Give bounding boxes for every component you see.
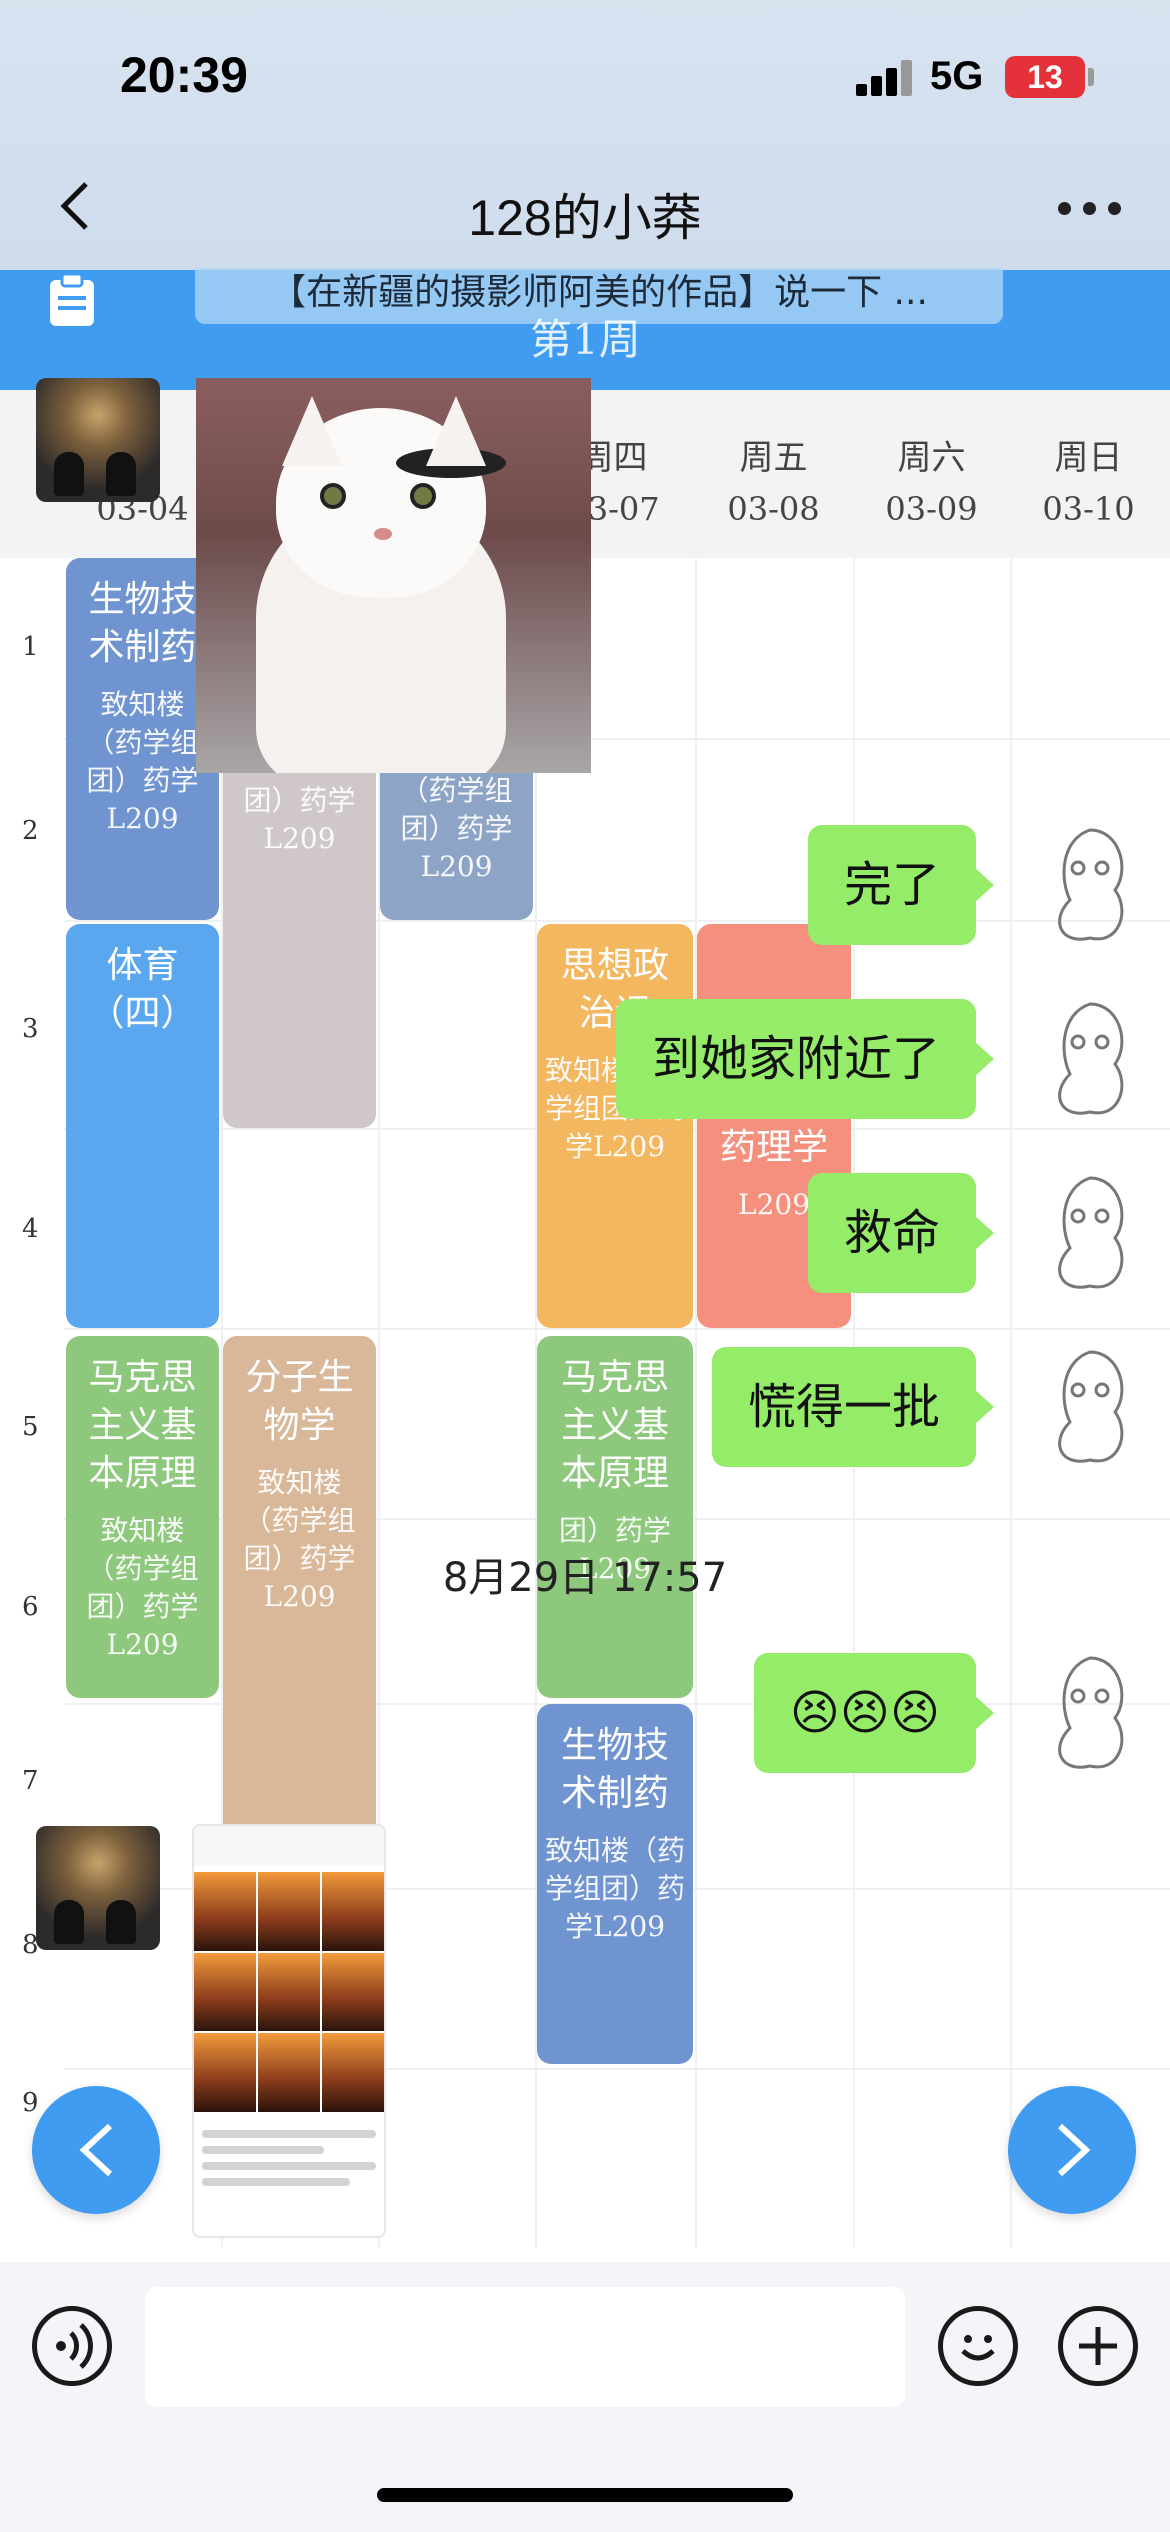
grid-line bbox=[695, 558, 697, 2248]
week-selector[interactable]: 第1周 bbox=[530, 306, 641, 367]
battery-icon: 13 bbox=[1005, 56, 1085, 98]
course-location: 团）药学L209 bbox=[243, 784, 356, 855]
battery-tip bbox=[1088, 68, 1094, 86]
course-name: 马克思主义基本原理 bbox=[88, 1357, 197, 1494]
period-number: 4 bbox=[22, 1214, 39, 1244]
chat-title: 128的小莽 bbox=[468, 190, 702, 246]
course-card[interactable]: 生物技术制药 致知楼（药学组团）药学L209 bbox=[537, 1704, 693, 2064]
course-name: 生物技术制药 bbox=[560, 1725, 669, 1814]
status-time: 20:39 bbox=[120, 47, 248, 103]
course-card[interactable]: 马克思主义基本原理 致知楼（药学组团）药学L209 bbox=[66, 1336, 219, 1698]
chat-bubble[interactable]: 慌得一批 bbox=[711, 1347, 995, 1467]
smiley-icon bbox=[961, 2335, 995, 2361]
self-avatar[interactable] bbox=[1030, 994, 1150, 1124]
course-card[interactable]: 体育（四） bbox=[66, 924, 219, 1328]
message-input[interactable] bbox=[145, 2287, 905, 2407]
course-name: 马克思主义基本原理 bbox=[560, 1357, 669, 1494]
period-number: 3 bbox=[22, 1014, 39, 1044]
course-card[interactable]: 分子生物学 致知楼（药学组团）药学L209 bbox=[223, 1336, 376, 1886]
chevron-left-icon bbox=[79, 2123, 113, 2177]
status-bar: 20:39 5G 13 bbox=[0, 0, 1170, 150]
chat-bubble[interactable]: 到她家附近了 bbox=[615, 999, 995, 1119]
voice-icon bbox=[56, 2323, 93, 2369]
chat-nav-bar: 20:39 5G 13 128的小莽 bbox=[0, 0, 1170, 270]
plus-icon bbox=[1079, 2327, 1117, 2365]
voice-button[interactable] bbox=[32, 2306, 112, 2386]
avatar[interactable] bbox=[36, 1826, 160, 1950]
self-avatar[interactable] bbox=[1030, 1342, 1150, 1472]
chat-bubble[interactable]: 😣😣😣 bbox=[753, 1653, 995, 1773]
chevron-right-icon bbox=[1057, 2123, 1091, 2177]
grid-line bbox=[64, 1328, 1170, 1330]
image-message-cat[interactable] bbox=[196, 378, 591, 773]
more-button[interactable] bbox=[1050, 176, 1130, 236]
next-week-button[interactable] bbox=[1008, 2086, 1136, 2214]
home-indicator bbox=[377, 2488, 793, 2502]
prev-week-button[interactable] bbox=[32, 2086, 160, 2214]
self-avatar[interactable] bbox=[1030, 1648, 1150, 1778]
message-timestamp: 8月29日 17:57 bbox=[442, 1555, 728, 1601]
self-avatar[interactable] bbox=[1030, 820, 1150, 950]
day-label: 周六 bbox=[897, 438, 966, 478]
period-number: 2 bbox=[22, 816, 39, 846]
course-card[interactable]: 马克思主义基本原理 团）药学L209 bbox=[537, 1336, 693, 1698]
course-location: 致知楼（药学组团）药学L209 bbox=[86, 688, 199, 835]
chat-bubble[interactable]: 救命 bbox=[807, 1173, 995, 1293]
course-location: 致知楼（药学组团）药学L209 bbox=[545, 1834, 686, 1943]
grid-line bbox=[1010, 558, 1012, 2248]
course-name: 体育（四） bbox=[88, 945, 197, 1034]
avatar[interactable] bbox=[36, 378, 160, 502]
course-name: 药理学 bbox=[719, 1127, 828, 1168]
network-label: 5G bbox=[930, 54, 984, 98]
self-avatar[interactable] bbox=[1030, 1168, 1150, 1298]
course-name: 生物技术制药 bbox=[88, 579, 197, 668]
more-actions-button[interactable] bbox=[1058, 2306, 1138, 2386]
day-date: 03-08 bbox=[727, 490, 820, 528]
signal-icon bbox=[856, 60, 912, 96]
period-number: 1 bbox=[22, 632, 39, 662]
period-number: 7 bbox=[22, 1766, 39, 1796]
emoji-button[interactable] bbox=[938, 2306, 1018, 2386]
course-name: 分子生物学 bbox=[245, 1357, 354, 1446]
image-message-screenshot[interactable] bbox=[194, 1826, 384, 2236]
timetable-grid: 1 2 3 4 5 6 7 8 9 生物技术制药 致知楼（药学组团）药学L209… bbox=[0, 558, 1170, 2248]
day-date: 03-10 bbox=[1042, 490, 1135, 528]
period-number: 5 bbox=[22, 1412, 39, 1442]
chat-bubble[interactable]: 完了 bbox=[807, 825, 995, 945]
course-location: （药学组团）药学L209 bbox=[400, 774, 513, 883]
day-label: 周五 bbox=[739, 438, 808, 478]
course-card[interactable]: 思想政治课 致知楼（药学组团）药学L209 bbox=[537, 924, 693, 1328]
clipboard-icon bbox=[40, 270, 104, 330]
day-date: 03-09 bbox=[885, 490, 978, 528]
day-label: 周日 bbox=[1054, 438, 1123, 478]
